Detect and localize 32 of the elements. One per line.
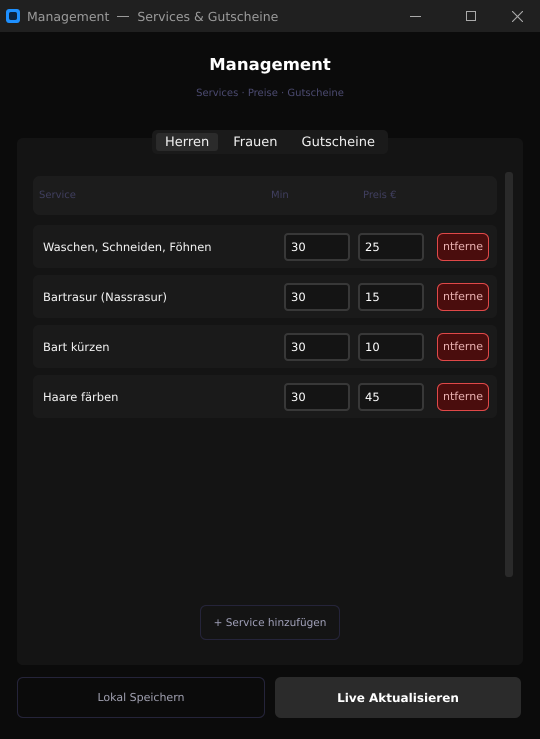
- price-field[interactable]: 45: [358, 382, 424, 410]
- page-subheading: Services · Preise · Gutscheine: [195, 88, 345, 101]
- close-icon[interactable]: [512, 10, 522, 22]
- column-header: Service: [39, 190, 77, 201]
- tab[interactable]: Frauen: [224, 133, 287, 151]
- minutes-field[interactable]: 30: [284, 332, 350, 360]
- column-header: Min: [271, 190, 290, 201]
- price-field[interactable]: 15: [358, 282, 424, 310]
- add-service-button[interactable]: + Service hinzufügen: [200, 605, 340, 640]
- remove-button[interactable]: ntferne: [437, 232, 489, 260]
- minutes-field[interactable]: 30: [284, 382, 350, 410]
- price-field[interactable]: 10: [358, 332, 424, 360]
- live-update-button[interactable]: Live Aktualisieren: [275, 677, 521, 718]
- minutes-field[interactable]: 30: [284, 232, 350, 260]
- remove-button[interactable]: ntferne: [437, 282, 489, 310]
- tab[interactable]: Gutscheine: [292, 133, 384, 151]
- price-field[interactable]: 25: [358, 232, 424, 260]
- service-name: Waschen, Schneiden, Föhnen: [43, 240, 213, 254]
- service-name: Bart kürzen: [43, 340, 111, 354]
- window-subtitle: Services & Gutscheine: [137, 8, 278, 24]
- maximize-icon[interactable]: [466, 11, 476, 21]
- page-heading: Management: [208, 55, 332, 75]
- save-local-button[interactable]: Lokal Speichern: [17, 677, 265, 718]
- remove-button[interactable]: ntferne: [437, 382, 489, 410]
- service-name: Haare färben: [43, 390, 120, 404]
- service-name: Bartrasur (Nassrasur): [43, 290, 168, 304]
- remove-button[interactable]: ntferne: [437, 332, 489, 360]
- column-header: Preis €: [363, 190, 398, 201]
- window-title: Management: [27, 8, 110, 24]
- minutes-field[interactable]: 30: [284, 282, 350, 310]
- app-logo-icon: [6, 9, 20, 23]
- tab[interactable]: Herren: [156, 133, 218, 151]
